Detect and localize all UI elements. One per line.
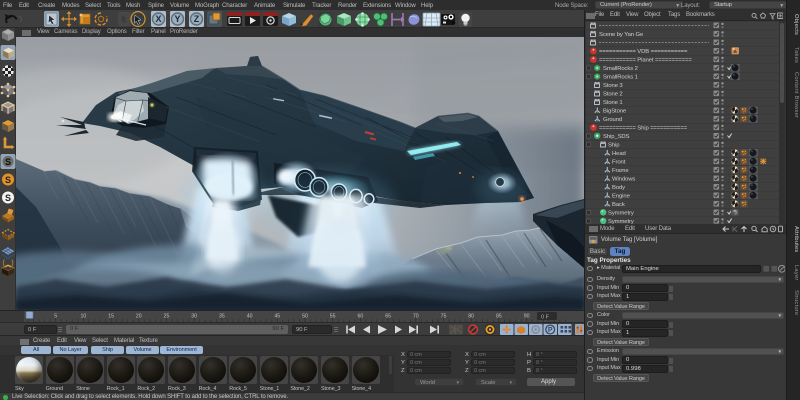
svg-text:0 F: 0 F (541, 314, 550, 320)
svg-text:90: 90 (524, 314, 530, 320)
svg-text:10: 10 (81, 314, 87, 320)
svg-text:X: X (155, 14, 161, 24)
svg-text:50: 50 (302, 314, 308, 320)
svg-text:Engine: Engine (612, 194, 631, 200)
svg-text:75: 75 (441, 314, 447, 320)
svg-text:40: 40 (247, 314, 253, 320)
svg-text:P: P (548, 327, 553, 334)
svg-text:=========== Planet ===========: =========== Planet =========== (599, 58, 692, 64)
svg-text:Front: Front (612, 160, 626, 166)
svg-text:Stone 3: Stone 3 (603, 83, 623, 89)
svg-text:5: 5 (54, 314, 57, 320)
svg-text:15: 15 (108, 314, 114, 320)
svg-text:Stone 1: Stone 1 (603, 100, 623, 106)
svg-text:45: 45 (274, 314, 280, 320)
svg-text:Z: Z (194, 14, 200, 24)
svg-text:S: S (5, 193, 11, 203)
svg-text:65: 65 (385, 314, 391, 320)
svg-text:SmallRocks 1: SmallRocks 1 (603, 75, 638, 81)
svg-text:Y: Y (174, 14, 180, 24)
svg-text:60: 60 (358, 314, 364, 320)
svg-text:Stone 2: Stone 2 (603, 92, 623, 98)
svg-text:20: 20 (136, 314, 142, 320)
svg-text:=========== VDB ===========: =========== VDB =========== (599, 49, 688, 55)
svg-text:Ship: Ship (608, 143, 620, 149)
svg-text:Body: Body (612, 185, 625, 191)
svg-text:25: 25 (164, 314, 170, 320)
svg-text:30: 30 (191, 314, 197, 320)
svg-text:70: 70 (413, 314, 419, 320)
svg-text:80: 80 (468, 314, 474, 320)
svg-text:85: 85 (496, 314, 502, 320)
svg-text:35: 35 (219, 314, 225, 320)
svg-text:=========== Ship ===========: =========== Ship =========== (599, 126, 688, 132)
svg-text:Ground: Ground (603, 117, 622, 123)
svg-text:Frame: Frame (612, 168, 629, 174)
svg-text:SmallRocks 2: SmallRocks 2 (603, 66, 638, 72)
svg-text:Windows: Windows (612, 177, 635, 183)
svg-text:55: 55 (330, 314, 336, 320)
svg-text:( ): ( ) (2, 260, 15, 268)
svg-text:Back: Back (612, 202, 625, 208)
svg-text:Symmetry: Symmetry (608, 211, 634, 217)
svg-text:S: S (5, 157, 11, 167)
svg-text:Scene by Yan Ge: Scene by Yan Ge (599, 32, 644, 38)
svg-text:Head: Head (612, 151, 626, 157)
svg-text:S: S (5, 175, 11, 185)
svg-text:BigStone: BigStone (603, 109, 627, 115)
svg-text:Ship_SDS: Ship_SDS (603, 134, 630, 140)
